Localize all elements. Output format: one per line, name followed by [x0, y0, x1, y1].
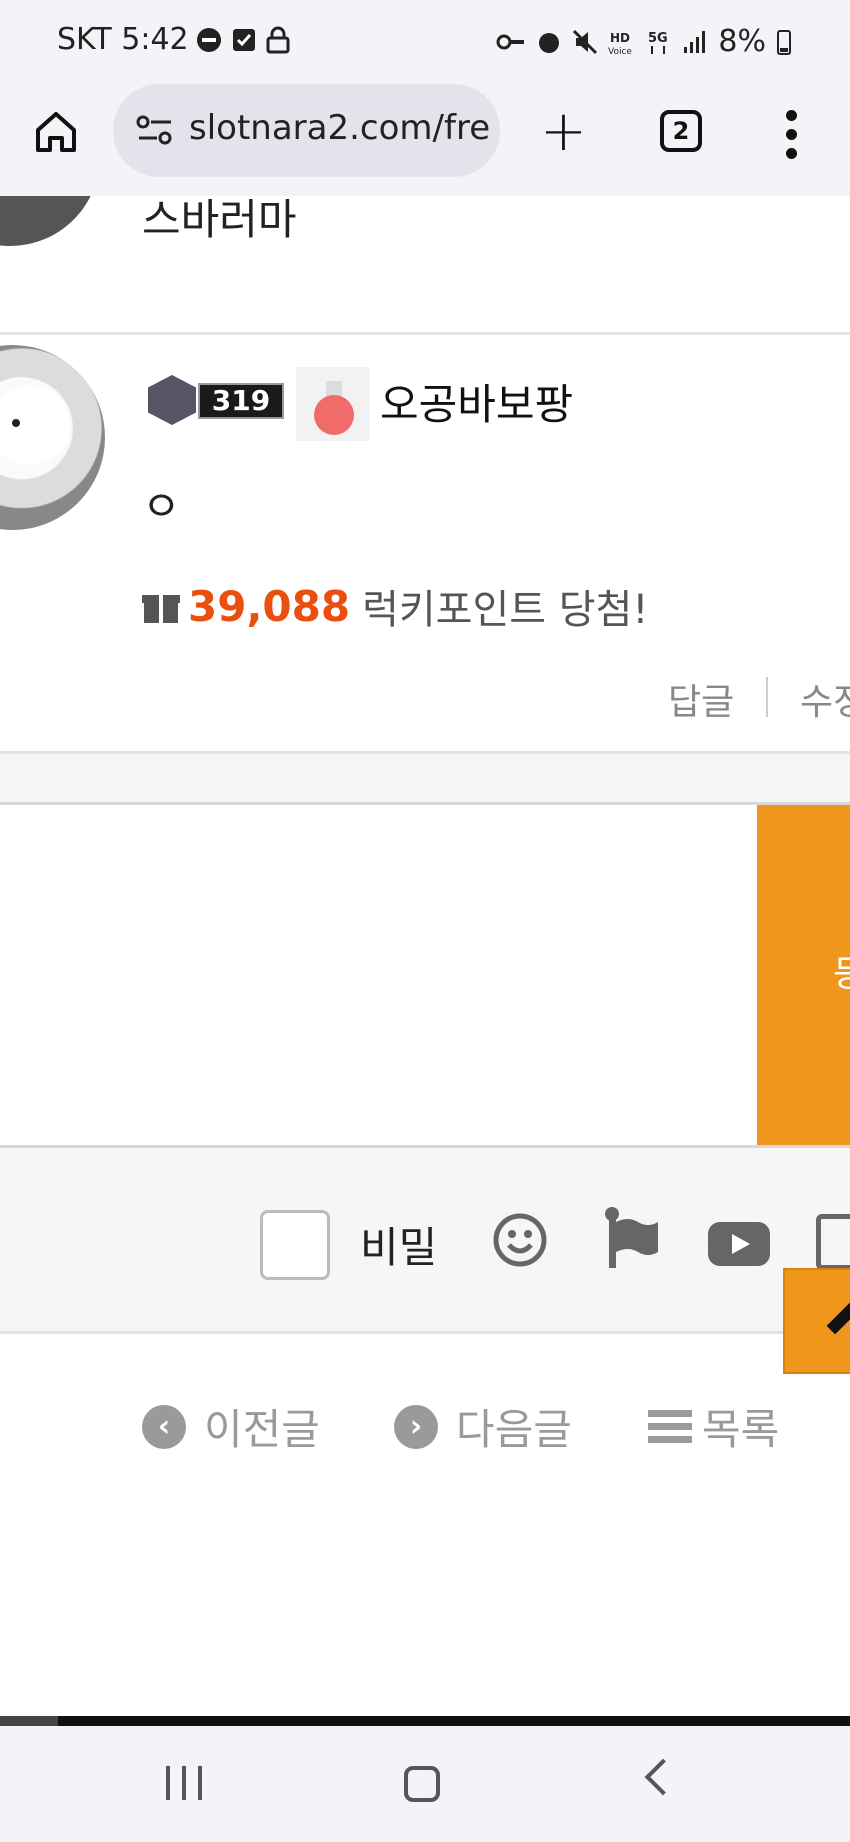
svg-text:5G: 5G [648, 31, 668, 46]
reply-button[interactable]: 답글 [668, 673, 734, 725]
lucky-points: 39,088 [188, 581, 351, 631]
lucky-text: 럭키포인트 당첨! [362, 587, 649, 633]
battery-percent: 8% [718, 24, 766, 59]
youtube-icon[interactable] [708, 1222, 770, 1266]
comment-body: ㅇ [142, 482, 181, 531]
status-icons-left [196, 26, 290, 54]
recent-apps-icon[interactable] [166, 1766, 202, 1800]
lucky-point-row: 39,088 럭키포인트 당첨! [142, 577, 648, 635]
gift-icon [142, 587, 180, 625]
lock-icon [266, 26, 290, 54]
comment-toolbar: 비밀 [0, 1148, 850, 1334]
write-button[interactable] [783, 1268, 850, 1374]
home-button-icon[interactable] [404, 1766, 440, 1802]
prev-post-link[interactable]: ‹ 이전글 [142, 1396, 320, 1457]
secret-checkbox[interactable] [260, 1210, 330, 1280]
list-label: 목록 [702, 1405, 780, 1454]
scroll-indicator [0, 1716, 58, 1726]
chevron-left-icon: ‹ [142, 1404, 186, 1449]
more-menu-icon[interactable] [786, 110, 798, 167]
chevron-right-icon: › [394, 1404, 438, 1449]
browser-toolbar: slotnara2.com/fre + 2 [0, 84, 850, 196]
new-tab-icon[interactable]: + [540, 104, 587, 160]
comment-textarea[interactable]: 등 [0, 802, 850, 1148]
5g-icon: 5G [648, 31, 668, 54]
tab-switcher-button[interactable]: 2 [660, 110, 702, 152]
status-icons-right: HD Voice 5G 8% [496, 24, 792, 59]
list-link[interactable]: 목록 [648, 1396, 779, 1457]
key-icon [496, 34, 525, 49]
pencil-icon [826, 1297, 850, 1335]
list-icon [648, 1404, 692, 1449]
next-post-link[interactable]: › 다음글 [394, 1396, 572, 1457]
image-icon[interactable] [816, 1214, 850, 1270]
prev-post-label: 이전글 [204, 1405, 320, 1454]
status-bar: SKT 5:42 HD Voice 5G 8% [0, 0, 850, 84]
spacer [0, 754, 850, 802]
level-hex-icon [148, 375, 196, 425]
page-content: 스바러마 319 오공바보팡 ㅇ 39,088 럭키포인트 당첨! 답글 수정 … [0, 196, 850, 1718]
site-settings-icon[interactable] [135, 114, 175, 146]
svg-text:HD: HD [610, 31, 630, 45]
avatar [0, 345, 105, 530]
divider [766, 677, 768, 717]
divider [0, 1716, 850, 1726]
comment-author: 오공바보팡 [380, 380, 574, 429]
flag-icon[interactable] [604, 1206, 660, 1270]
battery-icon [777, 29, 791, 55]
signal-icon [684, 30, 706, 53]
system-nav-bar [0, 1726, 850, 1842]
do-not-disturb-icon [197, 28, 221, 52]
submit-button[interactable]: 등 [757, 805, 850, 1145]
alarm-icon [539, 32, 560, 53]
avatar [0, 196, 100, 246]
edit-button[interactable]: 수정 [800, 673, 850, 725]
status-time: SKT 5:42 [57, 22, 189, 57]
emoji-icon[interactable] [492, 1212, 548, 1268]
back-icon[interactable] [644, 1758, 682, 1796]
svg-text:Voice: Voice [608, 47, 632, 56]
next-post-label: 다음글 [456, 1405, 572, 1454]
secret-label: 비밀 [360, 1223, 438, 1272]
checkbox-icon [233, 29, 255, 51]
address-bar[interactable]: slotnara2.com/fre [113, 84, 500, 177]
url-text: slotnara2.com/fre [189, 108, 491, 148]
potion-icon [296, 367, 370, 441]
post-navigation: ‹ 이전글 › 다음글 목록 [0, 1386, 850, 1466]
level-number: 319 [198, 383, 284, 419]
mute-icon [573, 29, 598, 54]
comment-author: 스바러마 [142, 196, 297, 244]
level-badge: 319 [142, 375, 284, 425]
hd-voice-icon: HD Voice [608, 31, 632, 56]
home-icon[interactable] [34, 110, 78, 154]
